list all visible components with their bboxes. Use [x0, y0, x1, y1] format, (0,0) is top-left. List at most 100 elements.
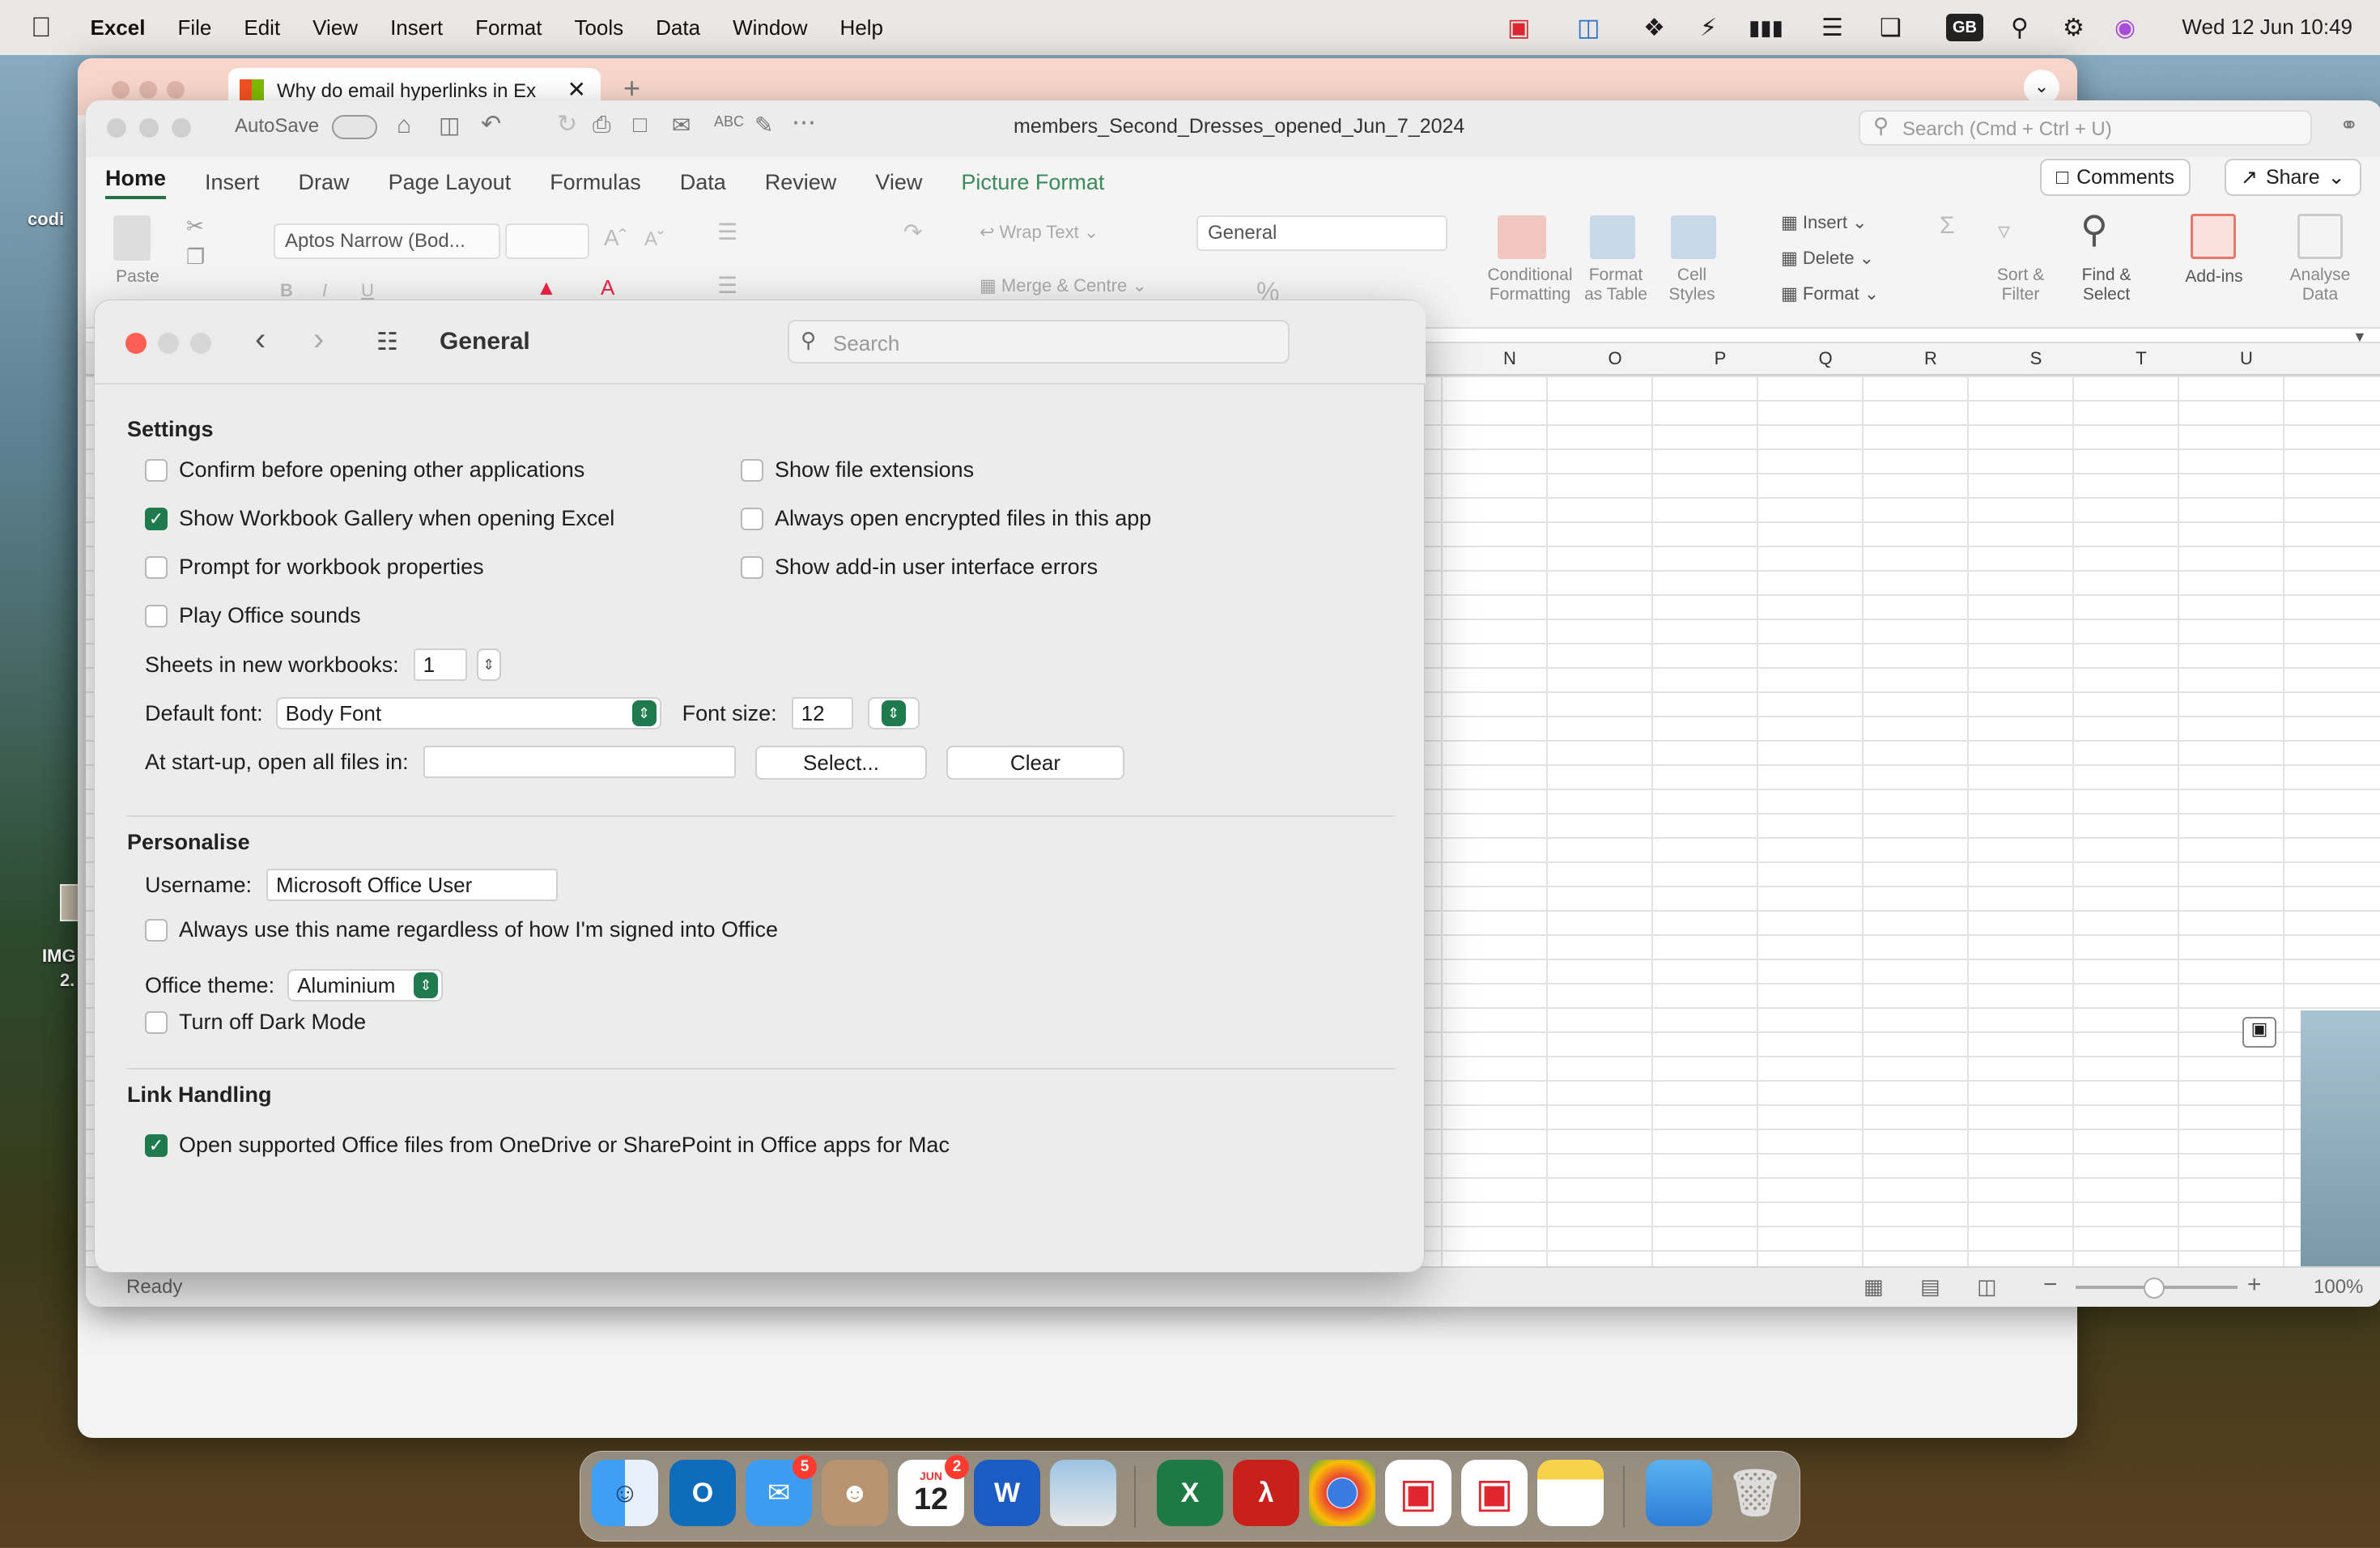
excel-icon[interactable]: X [1157, 1460, 1223, 1526]
font-size-field[interactable]: 12 [791, 697, 853, 729]
new-document-icon[interactable]: □ [633, 112, 647, 138]
zoom-out-icon[interactable]: − [2043, 1271, 2058, 1299]
page-break-view-icon[interactable]: ◫ [1977, 1274, 1997, 1299]
tab-data[interactable]: Data [680, 170, 726, 195]
track-changes-icon[interactable]: ✎ [754, 112, 773, 138]
spotlight-search-icon[interactable]: ⚲ [2011, 11, 2029, 44]
sort-filter-icon[interactable]: ▿ [1998, 217, 2010, 245]
font-size-stepper[interactable]: ⇕ [867, 697, 920, 729]
sheets-stepper[interactable]: ⇕ [476, 649, 501, 681]
tab-review[interactable]: Review [765, 170, 837, 195]
document-title[interactable]: members_Second_Dresses_opened_Jun_7_2024 [1014, 115, 1464, 138]
more-icon[interactable]: ⋯ [792, 108, 816, 137]
copy-icon[interactable]: ❐ [186, 245, 205, 270]
trash-icon[interactable]: 🗑 [1722, 1460, 1788, 1526]
tab-draw[interactable]: Draw [299, 170, 350, 195]
merge-centre-button[interactable]: ▦ Merge & Centre ⌄ [980, 275, 1147, 296]
conditional-formatting-label[interactable]: Conditional Formatting [1481, 266, 1579, 304]
format-as-table-icon[interactable] [1590, 215, 1635, 259]
column-header-s[interactable]: S [1983, 348, 2089, 369]
email-icon[interactable]: ✉ [672, 112, 691, 138]
find-select-label[interactable]: Find & Select [2066, 266, 2147, 304]
tab-picture-format[interactable]: Picture Format [961, 170, 1104, 195]
checkbox-checked[interactable]: ✓ [145, 1133, 168, 1157]
sheets-count-field[interactable]: 1 [413, 649, 467, 681]
format-cells-button[interactable]: ▦ Format ⌄ [1781, 283, 1879, 304]
add-ins-icon[interactable] [2191, 214, 2236, 259]
screen-mirroring-icon[interactable]: ❑ [1880, 11, 1902, 44]
menu-view[interactable]: View [312, 15, 358, 40]
office-theme-select[interactable]: Aluminium ⇕ [287, 969, 444, 1002]
sort-filter-label[interactable]: Sort & Filter [1988, 266, 2053, 304]
redo-icon[interactable]: ↻ [557, 110, 577, 138]
inserted-picture[interactable] [2301, 1010, 2380, 1307]
desktop-item-label[interactable]: codi [28, 209, 64, 230]
excel-zoom-dot[interactable] [172, 118, 191, 138]
analyse-data-label[interactable]: Analyse Data [2281, 266, 2359, 304]
font-color-icon[interactable]: A [601, 275, 614, 300]
column-header-q[interactable]: Q [1773, 348, 1878, 369]
column-header-n[interactable]: N [1457, 348, 1562, 369]
contacts-icon[interactable]: ☻ [822, 1460, 888, 1526]
parcel-icon-2[interactable]: ▣ [1461, 1460, 1528, 1526]
show-all-grid-icon[interactable]: ☷ [376, 328, 398, 356]
checkbox[interactable] [741, 507, 763, 530]
checkbox-checked[interactable]: ✓ [145, 507, 168, 530]
find-select-icon[interactable]: ⚲ [2080, 207, 2108, 251]
outlook-icon[interactable]: O [669, 1460, 736, 1526]
username-field[interactable]: Microsoft Office User [266, 869, 559, 901]
menu-help[interactable]: Help [840, 15, 883, 40]
control-center-icon[interactable]: ⚙ [2063, 11, 2085, 44]
home-icon[interactable]: ⌂ [397, 112, 411, 139]
undo-icon[interactable]: ↶ [481, 110, 501, 138]
check-turn-off-dark-mode[interactable]: Turn off Dark Mode [145, 1010, 366, 1035]
check-prompt-workbook-properties[interactable]: Prompt for workbook properties [145, 555, 484, 580]
fill-color-icon[interactable]: ▲ [536, 275, 557, 300]
clear-button[interactable]: Clear [946, 746, 1124, 780]
number-format-box[interactable]: General [1196, 215, 1447, 251]
share-button[interactable]: ↗ Share ⌄ [2225, 159, 2361, 196]
browser-close-dot[interactable] [112, 81, 130, 99]
checkbox[interactable] [145, 458, 168, 482]
menu-app-name[interactable]: Excel [91, 15, 146, 40]
analyse-data-icon[interactable] [2297, 214, 2343, 259]
outlook-status-icon[interactable]: ◫ [1577, 11, 1600, 44]
parcel-icon[interactable]: ▣ [1385, 1460, 1451, 1526]
select-button[interactable]: Select... [755, 746, 927, 780]
align-left-icon[interactable]: ☰ [717, 272, 737, 299]
chrome-icon[interactable] [1309, 1460, 1375, 1526]
column-header-o[interactable]: O [1562, 348, 1668, 369]
menu-insert[interactable]: Insert [390, 15, 443, 40]
check-show-addin-errors[interactable]: Show add-in user interface errors [741, 555, 1098, 580]
menu-data[interactable]: Data [656, 15, 700, 40]
column-header-u[interactable]: U [2194, 348, 2299, 369]
menu-file[interactable]: File [177, 15, 211, 40]
checkbox[interactable] [145, 1010, 168, 1034]
desktop-image-label[interactable]: IMG [42, 946, 76, 967]
siri-icon[interactable]: ◉ [2114, 11, 2136, 44]
format-as-table-label[interactable]: Format as Table [1577, 266, 1655, 304]
forward-icon[interactable]: › [313, 321, 324, 358]
column-header-p[interactable]: P [1668, 348, 1773, 369]
dropbox-icon[interactable]: ❖ [1643, 11, 1665, 44]
browser-zoom-dot[interactable] [167, 81, 185, 99]
excel-search-input[interactable]: Search (Cmd + Ctrl + U) [1859, 110, 2312, 146]
default-font-select[interactable]: Body Font ⇕ [275, 697, 661, 729]
paste-icon[interactable] [113, 215, 151, 261]
finder-icon[interactable]: ☺ [592, 1460, 658, 1526]
delete-cells-button[interactable]: ▦ Delete ⌄ [1781, 248, 1874, 269]
zoom-in-icon[interactable]: + [2247, 1271, 2262, 1299]
normal-view-icon[interactable]: ▦ [1864, 1274, 1884, 1299]
preview-icon[interactable] [1050, 1460, 1116, 1526]
word-icon[interactable]: W [974, 1460, 1040, 1526]
align-top-icon[interactable]: ☰ [717, 219, 737, 245]
menu-window[interactable]: Window [733, 15, 807, 40]
checkbox[interactable] [145, 604, 168, 627]
picture-options-icon[interactable]: ▣ [2242, 1017, 2276, 1048]
cell-styles-label[interactable]: Cell Styles [1660, 266, 1724, 304]
underline-icon[interactable]: U [361, 280, 374, 301]
zoom-slider-thumb[interactable] [2144, 1278, 2165, 1299]
increase-font-icon[interactable]: Aˆ [604, 225, 627, 251]
font-name-box[interactable]: Aptos Narrow (Bod... [274, 223, 500, 259]
check-always-open-encrypted[interactable]: Always open encrypted files in this app [741, 506, 1151, 531]
